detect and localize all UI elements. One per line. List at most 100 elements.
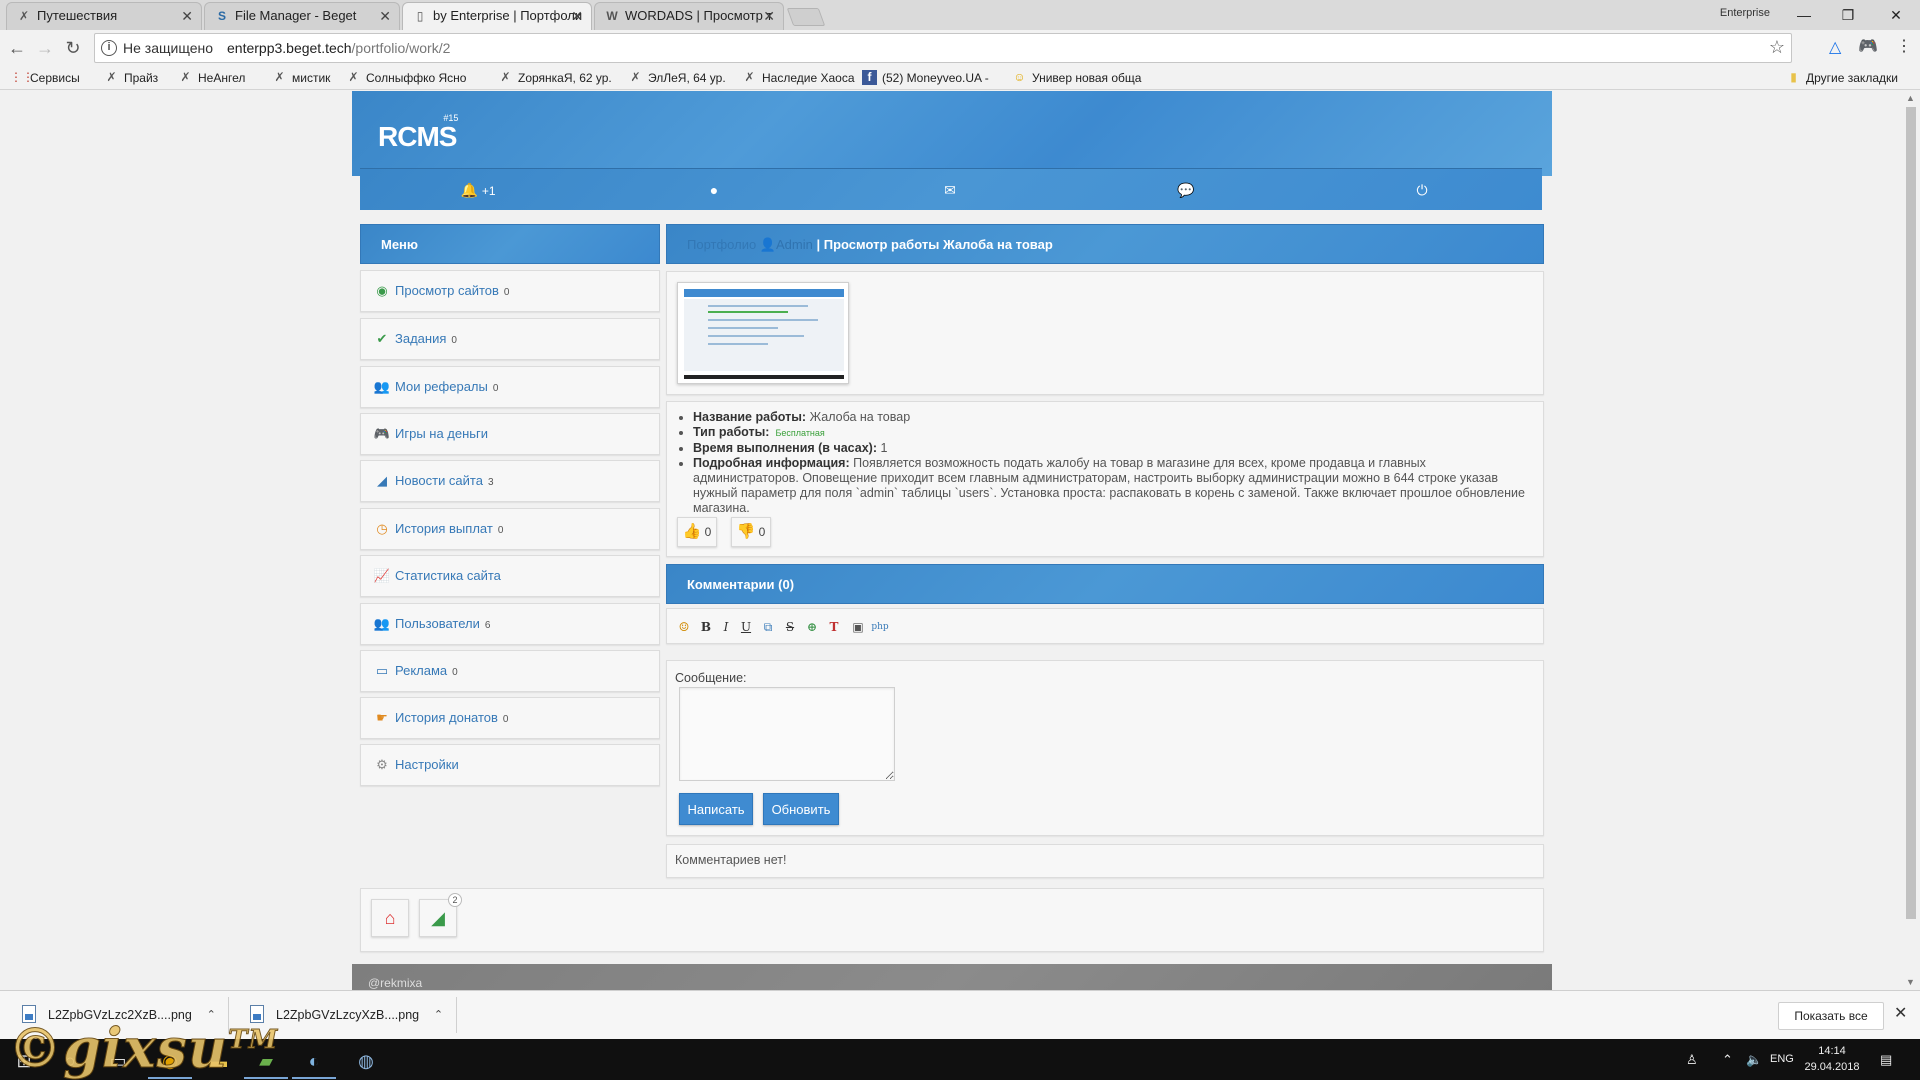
other-bookmarks[interactable]: ▮ Другие закладки [1786,69,1898,87]
smiley-icon[interactable]: ☺ [675,619,693,635]
breadcrumb-portfolio[interactable]: Портфолио [687,237,756,252]
browser-tab-active[interactable]: ▯ by Enterprise | Портфоли ✕ [402,2,592,30]
thumb-header [684,289,844,297]
security-label[interactable]: Не защищено [123,40,213,56]
site-logo[interactable]: RCMS #15 [378,113,458,153]
feed-button[interactable]: ◢ 2 [419,893,462,937]
app-icon[interactable]: ◍ [344,1043,388,1079]
browser-tab[interactable]: ✗ Путешествия ✕ [6,2,202,30]
bookmark-item[interactable]: ✗ ЭлЛеЯ, 64 ур. [628,69,725,87]
work-name-row: Название работы: Жалоба на товар [693,410,1535,425]
url-path: /portfolio/work/2 [351,40,451,56]
page-scrollbar[interactable]: ▲ ▼ [1902,91,1920,990]
menu-item-users[interactable]: 👥 Пользователи 6 [360,603,660,645]
menu-item-donations[interactable]: ☛ История донатов 0 [360,697,660,739]
menu-item-statistics[interactable]: 📈 Статистика сайта [360,555,660,597]
work-screenshot-thumbnail[interactable] [677,282,849,384]
home-button[interactable]: ⌂ [371,899,409,937]
notifications-button[interactable]: 🔔 +1 [360,169,596,211]
tab-close-icon[interactable]: ✕ [379,3,391,29]
tray-chevron-up-icon[interactable]: ⌃ [1722,1039,1733,1080]
menu-item-count: 0 [502,714,509,725]
notifications-icon[interactable]: ▤ [1880,1039,1892,1080]
browser-tab[interactable]: S File Manager - Beget ✕ [204,2,400,30]
messages-button[interactable]: ✉ [832,169,1068,211]
bookmark-item[interactable]: f (52) Moneyveo.UA - [862,69,989,87]
scroll-up-icon[interactable]: ▲ [1906,93,1915,103]
menu-item-referrals[interactable]: 👥 Мои рефералы 0 [360,366,660,408]
smiley-icon: ☺ [1013,70,1026,84]
tab-title: WORDADS | Просмотр т [625,8,773,23]
browser-menu-icon[interactable]: ⋮ [1896,36,1912,56]
text-color-icon[interactable]: T [825,619,843,635]
italic-icon[interactable]: I [717,619,735,635]
new-tab-button[interactable] [786,8,826,26]
bookmark-item[interactable]: ✗ Прайз [104,69,158,87]
chevron-up-icon[interactable]: ⌃ [434,1001,443,1029]
copy-icon[interactable]: ⧉ [759,619,777,635]
clock[interactable]: 14:14 29.04.2018 [1800,1043,1864,1075]
bookmark-item[interactable]: ✗ Наследие Хаоса [742,69,854,87]
gamepad-extension-icon[interactable]: 🎮 [1858,36,1878,56]
submit-comment-button[interactable]: Написать [679,793,753,825]
address-bar[interactable]: i Не защищено enterpp3.beget.tech/portfo… [94,33,1792,63]
tab-close-icon[interactable]: ✕ [763,3,775,29]
people-icon: 👥 [373,616,391,631]
apps-grid-icon: ⋮⋮ [10,70,34,84]
underline-icon[interactable]: U [737,619,755,635]
restore-icon[interactable]: ❐ [1828,4,1868,26]
browser-tab[interactable]: W WORDADS | Просмотр т ✕ [594,2,784,30]
message-textarea[interactable] [679,687,895,781]
menu-item-payout-history[interactable]: ◷ История выплат 0 [360,508,660,550]
like-count: 0 [704,525,712,539]
menu-item-ads[interactable]: ▭ Реклама 0 [360,650,660,692]
forward-icon[interactable]: → [34,36,56,60]
minimize-icon[interactable]: — [1784,4,1824,26]
bold-icon[interactable]: B [697,619,715,635]
breadcrumb-user[interactable]: Admin [776,237,813,252]
bookmark-item[interactable]: ☺ Универ новая обща [1012,69,1141,87]
reload-icon[interactable]: ↻ [62,36,84,60]
back-icon[interactable]: ← [6,36,28,60]
dislike-button[interactable]: 👎 0 [731,517,771,547]
bookmark-item[interactable]: ✗ мистик [272,69,330,87]
info-icon[interactable]: i [101,40,117,56]
extension-icon[interactable]: △ [1829,37,1841,57]
chat-button[interactable]: 💬 [1068,169,1304,211]
close-window-icon[interactable]: ✕ [1876,4,1916,26]
bookmark-star-icon[interactable]: ☆ [1769,37,1785,58]
menu-item-view-sites[interactable]: ◉ Просмотр сайтов 0 [360,270,660,312]
volume-icon[interactable]: 🔈 [1746,1039,1762,1080]
close-downloads-icon[interactable]: ✕ [1894,1003,1907,1023]
menu-item-settings[interactable]: ⚙ Настройки [360,744,660,786]
strikethrough-icon[interactable]: S [781,619,799,635]
php-code-icon[interactable]: php [871,619,889,635]
like-button[interactable]: 👍 0 [677,517,717,547]
menu-item-news[interactable]: ◢ Новости сайта 3 [360,460,660,502]
scroll-down-icon[interactable]: ▼ [1906,977,1915,987]
w-favicon-icon: W [606,9,618,23]
browser-tab-bar: ✗ Путешествия ✕ S File Manager - Beget ✕… [0,0,1920,30]
bookmark-apps[interactable]: ⋮⋮ Сервисы [10,69,80,87]
link-icon[interactable]: ⊕ [803,619,821,635]
image-icon[interactable]: ▣ [849,619,867,635]
refresh-comments-button[interactable]: Обновить [763,793,839,825]
bookmark-item[interactable]: ✗ НеАнгел [178,69,245,87]
show-all-downloads-button[interactable]: Показать все [1778,1002,1884,1030]
app-icon[interactable]: ◐ [292,1043,336,1079]
language-indicator[interactable]: ENG [1770,1039,1794,1080]
menu-item-games[interactable]: 🎮 Игры на деньги [360,413,660,455]
logout-button[interactable]: ⏻ [1304,169,1540,211]
downloads-bar: L2ZpbGVzLzc2XzB....png ⌃ L2ZpbGVzLzcyXzB.… [0,990,1920,1039]
tab-close-icon[interactable]: ✕ [571,3,583,29]
scrollbar-thumb[interactable] [1906,107,1916,919]
bookmark-item[interactable]: ✗ ZорянкаЯ, 62 ур. [498,69,611,87]
tab-close-icon[interactable]: ✕ [181,3,193,29]
comments-header: Комментарии (0) [666,564,1544,604]
bookmark-item[interactable]: ✗ Солныффко Ясно [346,69,466,87]
people-icon[interactable]: ♙ [1686,1039,1698,1080]
menu-item-tasks[interactable]: ✔ Задания 0 [360,318,660,360]
url-text[interactable]: enterpp3.beget.tech/portfolio/work/2 [227,40,450,56]
profile-button[interactable]: ● [596,169,832,211]
profile-name[interactable]: Enterprise [1720,7,1770,19]
